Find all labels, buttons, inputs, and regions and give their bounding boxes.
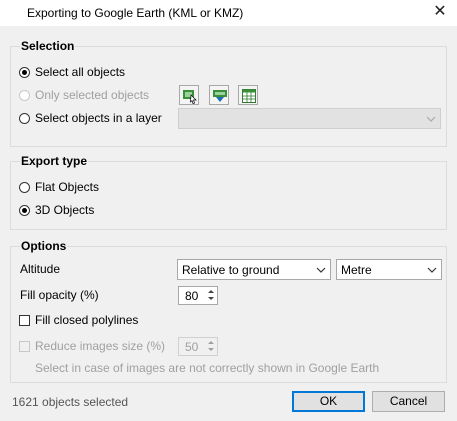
altitude-label: Altitude [20,262,61,276]
fill-closed-polylines-checkbox[interactable] [19,315,30,326]
select-on-map-icon [183,90,197,104]
fill-closed-polylines-label[interactable]: Fill closed polylines [35,313,138,327]
select-on-map-button[interactable] [179,85,199,105]
reduce-images-label: Reduce images size (%) [35,339,166,353]
reduce-images-spin-buttons [205,338,217,355]
radio-select-layer-label[interactable]: Select objects in a layer [35,111,162,125]
close-button[interactable]: ✕ [423,0,457,26]
title-bar: Exporting to Google Earth (KML or KMZ) ✕ [0,0,457,26]
spin-up-icon [208,341,214,344]
select-in-table-icon [242,89,256,103]
export-type-group-title: Export type [20,154,89,168]
ok-button[interactable]: OK [292,391,365,412]
radio-3d-objects[interactable] [19,205,30,216]
select-in-table-button[interactable] [238,85,258,105]
radio-select-layer[interactable] [19,113,30,124]
fill-opacity-stepper[interactable]: 80 [178,286,218,305]
window-title: Exporting to Google Earth (KML or KMZ) [27,6,244,20]
spin-down-icon [208,348,214,351]
radio-select-all-label[interactable]: Select all objects [35,65,125,79]
reduce-images-value: 50 [185,340,199,354]
chevron-down-icon [426,116,436,122]
fill-opacity-spin-buttons[interactable] [205,287,217,304]
fill-opacity-value: 80 [185,289,199,303]
chevron-down-icon [427,267,437,273]
radio-flat-objects-label[interactable]: Flat Objects [35,180,99,194]
reduce-images-hint: Select in case of images are not correct… [35,361,380,375]
options-group-title: Options [20,239,68,253]
altitude-combo-value: Relative to ground [182,263,280,277]
chevron-down-icon [316,267,326,273]
layer-combo [178,108,441,129]
selection-group-title: Selection [20,39,76,53]
radio-3d-objects-label[interactable]: 3D Objects [35,203,94,217]
cancel-button[interactable]: Cancel [372,391,445,412]
radio-flat-objects[interactable] [19,182,30,193]
select-by-filter-button[interactable] [209,85,229,105]
select-by-filter-icon [213,90,227,102]
spin-up-icon[interactable] [208,290,214,293]
export-type-group: Export type [10,154,447,230]
altitude-combo[interactable]: Relative to ground [177,259,331,280]
reduce-images-checkbox [19,341,30,352]
radio-select-all[interactable] [19,67,30,78]
spin-down-icon[interactable] [208,297,214,300]
status-text: 1621 objects selected [12,395,129,409]
unit-combo-value: Metre [341,263,372,277]
fill-opacity-label: Fill opacity (%) [20,288,99,302]
reduce-images-stepper: 50 [178,337,218,356]
radio-only-selected [19,90,30,101]
unit-combo[interactable]: Metre [336,259,442,280]
radio-only-selected-label: Only selected objects [35,88,150,102]
